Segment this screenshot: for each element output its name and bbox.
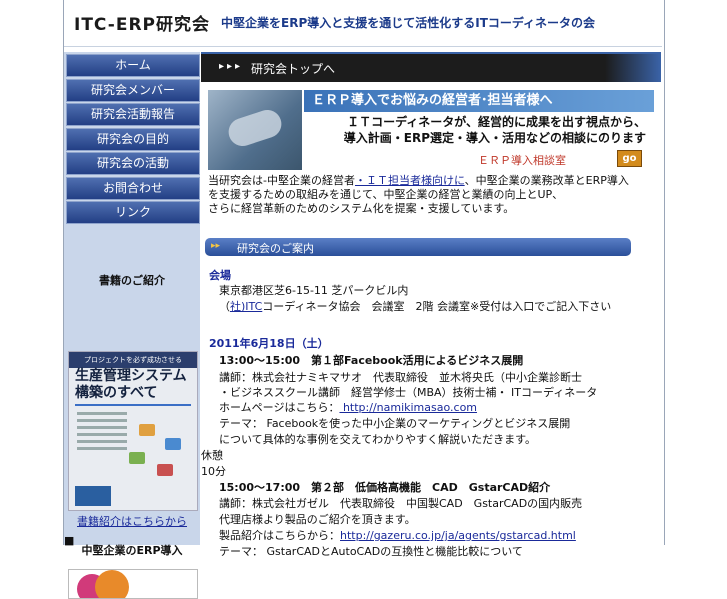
- intro-line-2: を支援するための取組みを通じて、中堅企業の経営と業績の向上とUP、: [208, 188, 564, 201]
- book-link[interactable]: 書籍紹介はこちらから: [64, 513, 200, 529]
- site-tagline: 中堅企業をERP導入と支援を通じて活性化するITコーディネータの会: [221, 16, 596, 30]
- session1-line-1: 講師：株式会社ナミキマサオ 代表取締役 並木将央氏（中小企業診断士: [219, 371, 582, 384]
- handshake-image: [208, 90, 302, 170]
- session2-line-3: 製品紹介はこちらから：http://gazeru.co.jp/ja/agents…: [219, 529, 576, 542]
- book-cover-rule: [75, 404, 191, 406]
- book-cover-text-lines: [77, 412, 127, 454]
- consult-room-link[interactable]: ＥＲＰ導入相談室: [478, 152, 566, 168]
- intro-text: 当研究会は‐中堅企業の経営者・ＩＴ担当者様向けに、中堅企業の業務改革とERP導入…: [208, 174, 658, 216]
- book-cover-title: 生産管理システム構築のすべて: [75, 368, 187, 401]
- sidebar: ホーム 研究会メンバー 研究会活動報告 研究会の目的 研究会の活動 お問合わせ …: [64, 52, 200, 599]
- page-title-bar: ▸▸▸ 研究会トップへ: [201, 52, 661, 82]
- go-button[interactable]: go: [617, 150, 642, 167]
- intro-line-3: さらに経営革新のためのシステム化を提案・支援しています。: [208, 202, 515, 215]
- venue-org: （社)ITCコーディネータ協会 会議室 2階 会議室※受付は入口でご記入下さい: [219, 300, 612, 313]
- page-title: 研究会トップへ: [251, 62, 336, 76]
- session1-line-5: について具体的な事例を交えてわかりやすく解説いただきます。: [219, 433, 537, 446]
- site-logo[interactable]: ITC-ERP研究会: [74, 10, 210, 35]
- banner-message: ＩＴコーディネータが、経営的に成果を出す視点から、 導入計画・ERP選定・導入・…: [306, 114, 646, 146]
- intro-line-1a: 当研究会は‐中堅企業の経営者: [208, 174, 355, 187]
- session2-line-1: 講師：株式会社ガゼル 代表取締役 中国製CAD GstarCADの国内販売: [219, 497, 583, 510]
- nav-links[interactable]: リンク: [66, 201, 200, 224]
- session1-line-3: ホームページはこちら： http://namikimasao.com: [219, 401, 478, 414]
- venue-org-link[interactable]: 社)ITC: [230, 300, 262, 313]
- site-header: ITC-ERP研究会 中堅企業をERP導入と支援を通じて活性化するITコーディネ…: [64, 0, 662, 47]
- gstarcad-link[interactable]: http://gazeru.co.jp/ja/agents/gstarcad.h…: [340, 529, 576, 542]
- session2-line-4: テーマ： GstarCADとAutoCADの互換性と機能比較について: [219, 545, 523, 558]
- section2-heading: 中堅企業のERP導入: [81, 544, 183, 557]
- book-cover-footer: [75, 486, 111, 506]
- book-diagram-box: [165, 438, 181, 450]
- news-section-bar: ▸▸ 研究会のご案内: [205, 238, 631, 256]
- book-cover-top: プロジェクトを必ず成功させる: [69, 352, 197, 368]
- nav-contact[interactable]: お問合わせ: [66, 177, 200, 200]
- banner-headline: ＥＲＰ導入でお悩みの経営者･担当者様へ: [304, 90, 654, 112]
- arrow-icon: ▸▸▸: [219, 61, 244, 72]
- banner-message-line-2: 導入計画・ERP選定・導入・活用などの相談にのります: [343, 131, 646, 145]
- nav-purpose[interactable]: 研究会の目的: [66, 128, 200, 151]
- session1-time: 13:00～15:00 第１部Facebook活用によるビジネス展開: [219, 354, 524, 367]
- erp-logo-image[interactable]: [68, 569, 198, 599]
- session1-line-4: テーマ： Facebookを使った中小企業のマーケティングとビジネス展開: [219, 417, 571, 430]
- break-duration: 10分: [201, 465, 226, 478]
- book-diagram-box: [157, 464, 173, 476]
- book-diagram-box: [139, 424, 155, 436]
- news-section-title: 研究会のご案内: [237, 242, 314, 255]
- nav-activities[interactable]: 研究会の活動: [66, 152, 200, 175]
- nav-home[interactable]: ホーム: [66, 54, 200, 77]
- book-cover-image[interactable]: プロジェクトを必ず成功させる 生産管理システム構築のすべて: [68, 351, 198, 511]
- intro-link[interactable]: ・ＩＴ担当者様向けに: [355, 174, 465, 187]
- namikimasao-link[interactable]: http://namikimasao.com: [339, 401, 477, 414]
- nav-activity-report[interactable]: 研究会活動報告: [66, 103, 200, 126]
- intro-line-1b: 、中堅企業の業務改革とERP導入: [464, 174, 629, 187]
- venue-address: 東京都港区芝6-15-11 芝パークビル内: [219, 284, 409, 297]
- book-diagram-box: [129, 452, 145, 464]
- title-bar-edge: [605, 54, 661, 82]
- banner-message-line-1: ＩＴコーディネータが、経営的に成果を出す視点から、: [347, 115, 646, 129]
- session2-line-2: 代理店様より製品のご紹介を頂きます。: [219, 513, 416, 526]
- event-date: 2011年6月18日（土）: [209, 337, 329, 350]
- nav-members[interactable]: 研究会メンバー: [66, 79, 200, 102]
- session1-line-2: ・ビジネススクール講師 経営学修士（MBA）技術士補・ ITコーディネータ: [219, 386, 598, 399]
- book-heading: 書籍のご紹介: [99, 274, 165, 287]
- double-arrow-icon: ▸▸: [211, 241, 221, 251]
- break-label: 休憩: [201, 449, 223, 462]
- session2-time: 15:00～17:00 第２部 低価格高機能 CAD GstarCAD紹介: [219, 481, 551, 494]
- main-content: ▸▸▸ 研究会トップへ ＥＲＰ導入でお悩みの経営者･担当者様へ ＩＴコーディネー…: [201, 46, 662, 558]
- venue-label: 会場: [209, 269, 231, 282]
